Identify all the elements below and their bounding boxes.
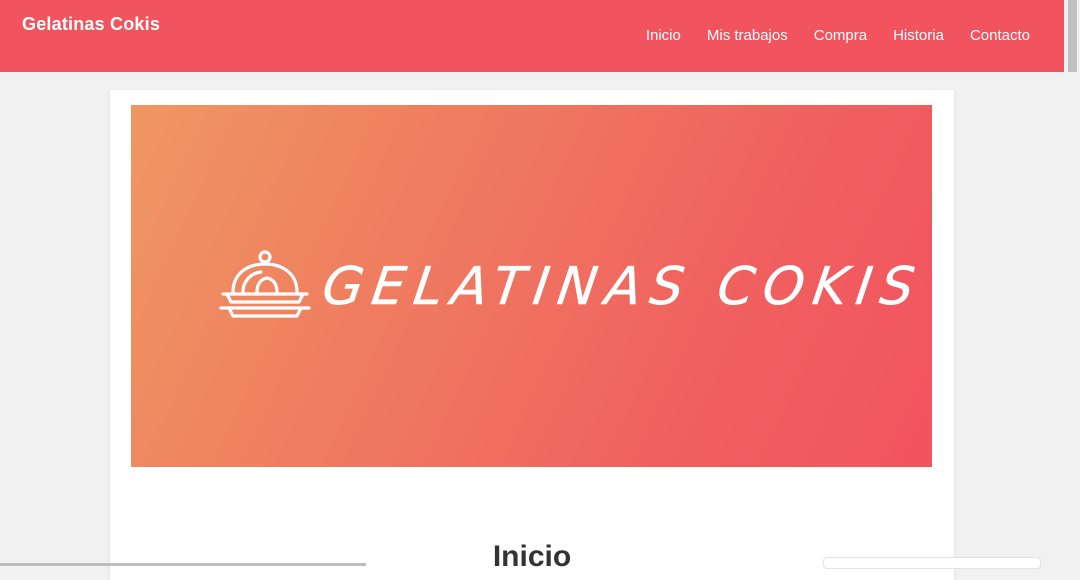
nav-links: Inicio Mis trabajos Compra Historia Cont… xyxy=(646,27,1030,44)
banner-logo: GELATINAS COKIS xyxy=(217,248,927,326)
nav-link-historia[interactable]: Historia xyxy=(893,27,944,44)
vertical-scrollbar[interactable] xyxy=(1064,0,1080,566)
corner-widget[interactable] xyxy=(823,557,1041,569)
brand-link[interactable]: Gelatinas Cokis xyxy=(22,14,160,35)
banner-logo-text: GELATINAS COKIS xyxy=(318,257,928,318)
nav-link-contacto[interactable]: Contacto xyxy=(970,27,1030,44)
nav-link-mis-trabajos[interactable]: Mis trabajos xyxy=(707,27,788,44)
nav-link-inicio[interactable]: Inicio xyxy=(646,27,681,44)
content-card: GELATINAS COKIS Inicio xyxy=(110,90,954,580)
scrollbar-thumb[interactable] xyxy=(1068,0,1077,72)
nav-link-compra[interactable]: Compra xyxy=(814,27,867,44)
hero-banner: GELATINAS COKIS xyxy=(131,105,932,467)
covered-dessert-platter-icon xyxy=(219,250,311,318)
navbar: Gelatinas Cokis Inicio Mis trabajos Comp… xyxy=(0,0,1064,72)
